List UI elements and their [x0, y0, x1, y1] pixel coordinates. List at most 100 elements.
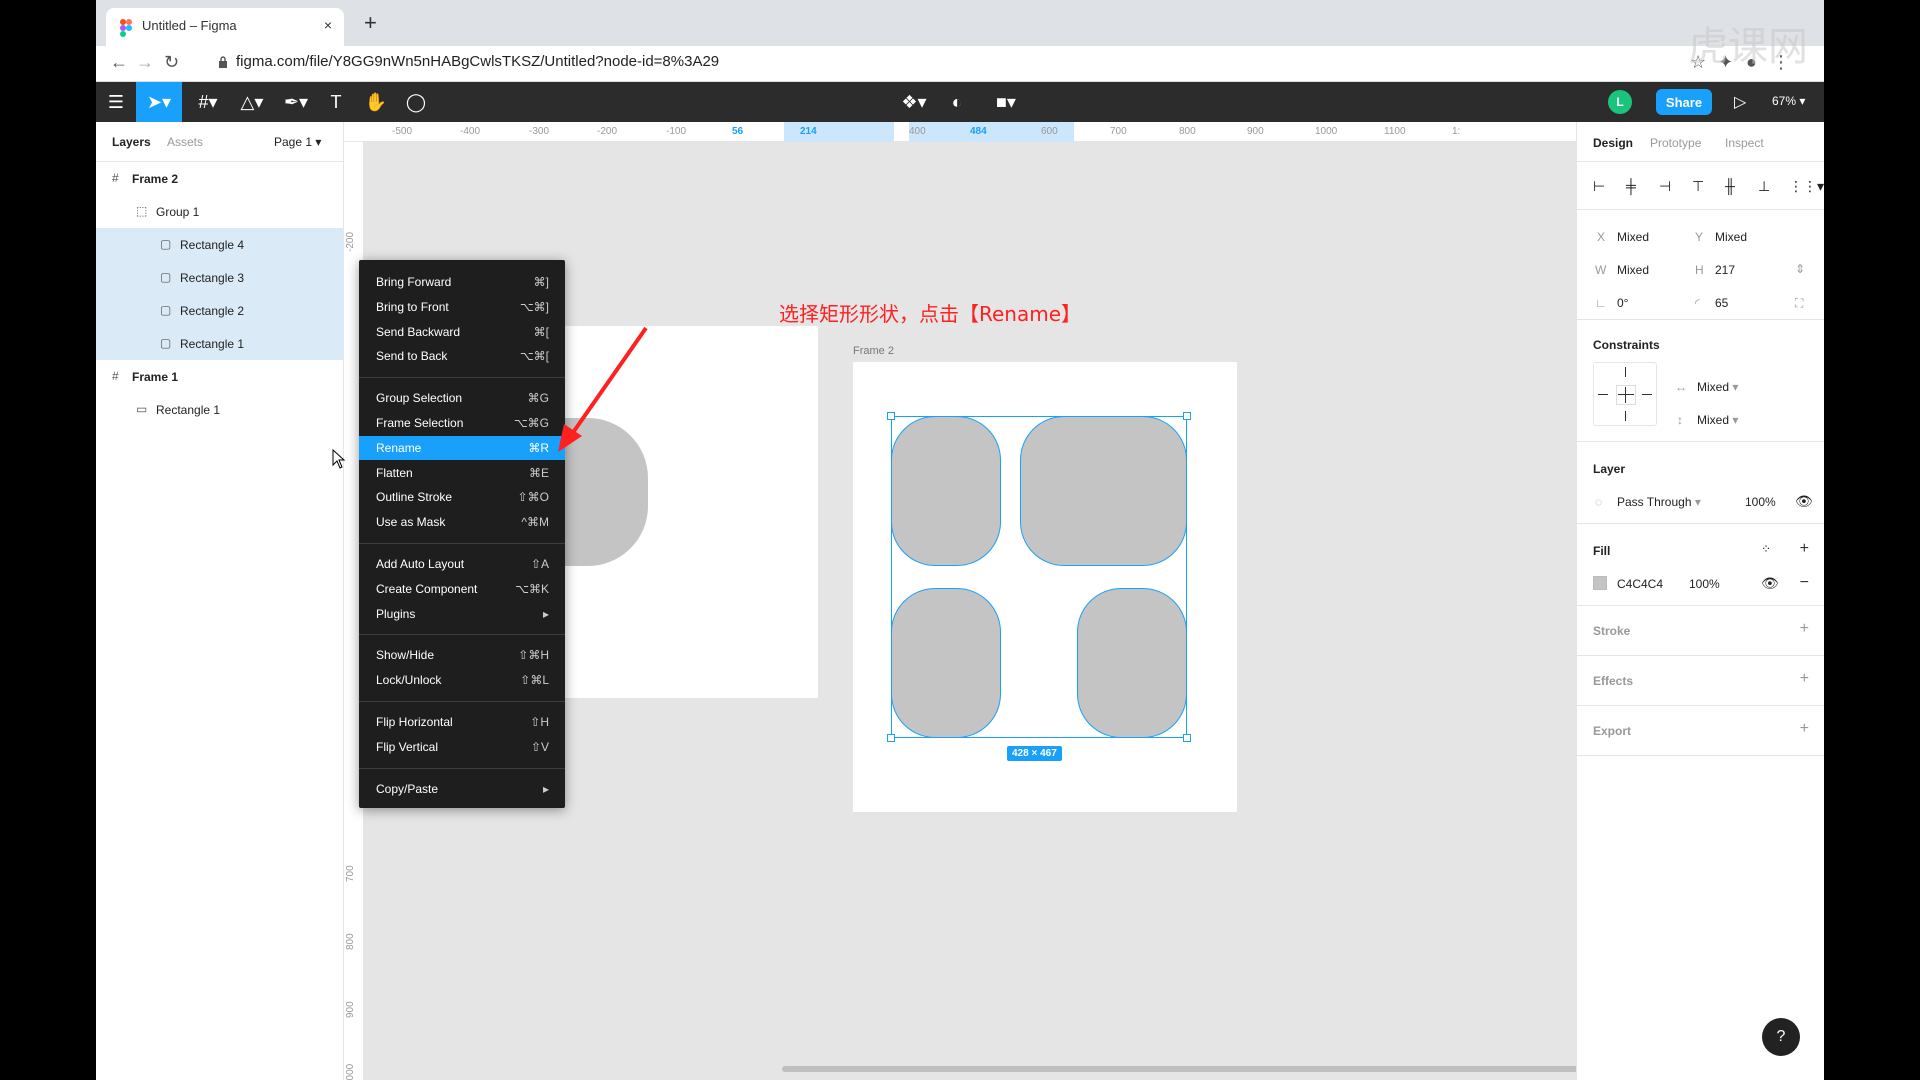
fill-hex[interactable]: C4C4C4: [1617, 577, 1663, 591]
independent-corners-icon[interactable]: ⛶: [1795, 296, 1803, 311]
menu-item-flip-vertical[interactable]: Flip Vertical ⇧V: [359, 735, 565, 759]
constraint-center-h[interactable]: [1618, 394, 1634, 395]
menu-item-flip-horizontal[interactable]: Flip Horizontal ⇧H: [359, 710, 565, 734]
help-button[interactable]: ?: [1762, 1018, 1800, 1056]
layer-opacity[interactable]: 100%: [1745, 495, 1776, 509]
x-value[interactable]: Mixed: [1617, 230, 1649, 244]
w-value[interactable]: Mixed: [1617, 263, 1649, 277]
constraint-v-select[interactable]: Mixed ▾: [1697, 413, 1738, 427]
align-center-v-icon[interactable]: ╫: [1725, 178, 1735, 194]
boolean-ops-icon[interactable]: ■▾: [986, 82, 1026, 122]
layer-row[interactable]: # Frame 2: [96, 162, 344, 195]
constraints-widget[interactable]: [1593, 362, 1657, 426]
menu-item-bring-to-front[interactable]: Bring to Front ⌥⌘]: [359, 295, 565, 319]
frame-tool-icon[interactable]: #▾: [188, 82, 228, 122]
selection-box[interactable]: [891, 416, 1187, 738]
menu-item-bring-forward[interactable]: Bring Forward ⌘]: [359, 270, 565, 294]
tab-layers[interactable]: Layers: [112, 135, 151, 149]
tab-prototype[interactable]: Prototype: [1650, 136, 1701, 150]
tab-inspect[interactable]: Inspect: [1725, 136, 1764, 150]
constraint-right-line[interactable]: [1642, 394, 1652, 395]
resize-handle-tl[interactable]: [887, 412, 895, 420]
distribute-icon[interactable]: ⋮⋮▾: [1789, 178, 1824, 195]
frame-2[interactable]: 428 × 467: [853, 362, 1237, 812]
align-right-icon[interactable]: ⊣: [1659, 178, 1671, 195]
resize-handle-tr[interactable]: [1183, 412, 1191, 420]
fill-opacity[interactable]: 100%: [1689, 577, 1720, 591]
align-left-icon[interactable]: ⊢: [1593, 178, 1605, 195]
resize-handle-bl[interactable]: [887, 734, 895, 742]
constraint-center-v[interactable]: [1625, 387, 1626, 403]
menu-item-plugins[interactable]: Plugins ▸: [359, 602, 565, 626]
resize-handle-br[interactable]: [1183, 734, 1191, 742]
menu-item-lock-unlock[interactable]: Lock/Unlock ⇧⌘L: [359, 668, 565, 692]
constraint-top-line[interactable]: [1625, 367, 1626, 377]
layer-row[interactable]: ⬚ Group 1: [96, 195, 344, 228]
menu-item-use-as-mask[interactable]: Use as Mask ^⌘M: [359, 510, 565, 534]
new-tab-button[interactable]: +: [364, 10, 377, 36]
tab-design[interactable]: Design: [1593, 136, 1633, 150]
menu-item-rename[interactable]: Rename ⌘R: [359, 435, 565, 460]
radius-value[interactable]: 65: [1715, 296, 1728, 310]
y-value[interactable]: Mixed: [1715, 230, 1747, 244]
move-tool-icon[interactable]: ➤▾: [136, 82, 182, 122]
align-center-h-icon[interactable]: ╪: [1626, 178, 1636, 194]
pen-tool-icon[interactable]: ✒▾: [276, 82, 316, 122]
hand-tool-icon[interactable]: ✋: [358, 82, 394, 122]
layer-row[interactable]: ▭ Rectangle 1: [96, 393, 344, 426]
layer-visibility-eye-icon[interactable]: 👁: [1795, 493, 1813, 510]
reload-icon[interactable]: ↻: [164, 52, 179, 73]
menu-item-create-component[interactable]: Create Component ⌥⌘K: [359, 577, 565, 601]
comment-tool-icon[interactable]: ◯: [398, 82, 434, 122]
menu-item-copy-paste[interactable]: Copy/Paste ▸: [359, 777, 565, 801]
layer-row[interactable]: ▢ Rectangle 3: [96, 261, 344, 294]
h-value[interactable]: 217: [1715, 263, 1735, 277]
align-bottom-icon[interactable]: ⊥: [1758, 178, 1770, 195]
menu-item-group-selection[interactable]: Group Selection ⌘G: [359, 386, 565, 410]
horizontal-scrollbar[interactable]: [782, 1066, 1576, 1072]
back-icon[interactable]: ←: [110, 52, 128, 73]
layer-row[interactable]: # Frame 1: [96, 360, 344, 393]
add-export-icon[interactable]: +: [1800, 720, 1809, 738]
forward-icon[interactable]: →: [136, 52, 154, 73]
zoom-level[interactable]: 67% ▾: [1772, 94, 1805, 108]
remove-fill-icon[interactable]: −: [1800, 574, 1809, 592]
menu-item-show-hide[interactable]: Show/Hide ⇧⌘H: [359, 643, 565, 667]
shape-tool-icon[interactable]: △▾: [232, 82, 272, 122]
browser-tab[interactable]: Untitled – Figma ×: [106, 8, 344, 46]
layer-row[interactable]: ▢ Rectangle 2: [96, 294, 344, 327]
add-fill-icon[interactable]: +: [1800, 540, 1809, 558]
menu-item-add-auto-layout[interactable]: Add Auto Layout ⇧A: [359, 552, 565, 576]
page-selector[interactable]: Page 1 ▾: [274, 135, 321, 149]
rotation-value[interactable]: 0°: [1617, 296, 1628, 310]
present-play-icon[interactable]: ▷: [1734, 92, 1746, 112]
text-tool-icon[interactable]: T: [318, 82, 354, 122]
component-icon[interactable]: ❖▾: [894, 82, 934, 122]
frame-2-label[interactable]: Frame 2: [853, 345, 894, 357]
tab-close-icon[interactable]: ×: [324, 17, 332, 33]
constrain-proportions-icon[interactable]: ⇕: [1795, 262, 1805, 276]
fill-styles-icon[interactable]: ⁘: [1761, 542, 1771, 556]
frame-1[interactable]: [474, 326, 818, 698]
fill-swatch[interactable]: [1593, 576, 1607, 590]
menu-item-send-to-back[interactable]: Send to Back ⌥⌘[: [359, 344, 565, 368]
user-avatar[interactable]: L: [1608, 90, 1632, 114]
constraint-left-line[interactable]: [1598, 394, 1608, 395]
menu-item-outline-stroke[interactable]: Outline Stroke ⇧⌘O: [359, 485, 565, 509]
layer-row[interactable]: ▢ Rectangle 1: [96, 327, 344, 360]
share-button[interactable]: Share: [1656, 89, 1712, 115]
layer-row[interactable]: ▢ Rectangle 4: [96, 228, 344, 261]
add-effect-icon[interactable]: +: [1800, 670, 1809, 688]
contrast-icon[interactable]: ◐: [942, 82, 972, 122]
url-field[interactable]: figma.com/file/Y8GG9nWn5nHABgCwlsTKSZ/Un…: [212, 53, 719, 70]
align-top-icon[interactable]: ⊤: [1692, 178, 1704, 195]
fill-visibility-eye-icon[interactable]: 👁: [1761, 575, 1779, 592]
tab-assets[interactable]: Assets: [167, 135, 203, 149]
blend-mode-select[interactable]: Pass Through ▾: [1617, 495, 1701, 509]
add-stroke-icon[interactable]: +: [1800, 620, 1809, 638]
menu-item-frame-selection[interactable]: Frame Selection ⌥⌘G: [359, 411, 565, 435]
menu-item-send-backward[interactable]: Send Backward ⌘[: [359, 320, 565, 344]
menu-item-flatten[interactable]: Flatten ⌘E: [359, 461, 565, 485]
constraint-bottom-line[interactable]: [1625, 411, 1626, 421]
constraint-h-select[interactable]: Mixed ▾: [1697, 380, 1738, 394]
